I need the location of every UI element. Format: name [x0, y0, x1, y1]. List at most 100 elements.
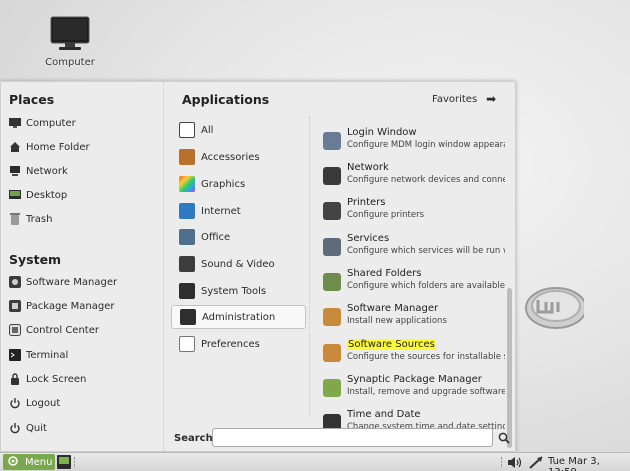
category-preferences[interactable]: Preferences	[171, 332, 306, 356]
network-icon	[9, 165, 21, 177]
category-label: Graphics	[201, 178, 246, 190]
category-label: Administration	[202, 311, 276, 323]
system-item-logout[interactable]: Logout	[9, 394, 159, 412]
arrow-right-icon: ➡	[486, 92, 497, 106]
favorites-button[interactable]: Favorites ➡	[432, 92, 496, 106]
system-item-label: Logout	[26, 397, 61, 409]
category-label: Accessories	[201, 151, 260, 163]
sound-video-icon	[179, 256, 195, 272]
logout-icon	[9, 397, 21, 409]
places-title: Places	[9, 92, 55, 107]
category-all[interactable]: All	[171, 118, 306, 142]
application-list: Login Window Configure MDM login window …	[319, 124, 505, 430]
system-item-quit[interactable]: Quit	[9, 419, 159, 437]
accessories-icon	[179, 149, 195, 165]
app-description: Configure which folders are available f.…	[347, 281, 505, 291]
panel-grip	[74, 457, 77, 467]
graphics-icon	[179, 176, 195, 192]
category-internet[interactable]: Internet	[171, 199, 306, 223]
app-network[interactable]: Network Configure network devices and co…	[319, 159, 505, 193]
network-app-icon	[323, 167, 341, 185]
menu-button-label: Menu	[25, 456, 53, 468]
category-office[interactable]: Office	[171, 225, 306, 249]
scrollbar-thumb[interactable]	[507, 288, 512, 448]
app-login-window[interactable]: Login Window Configure MDM login window …	[319, 124, 505, 158]
menu-button[interactable]: Menu	[3, 454, 55, 470]
terminal-icon	[9, 349, 21, 361]
app-name: Shared Folders	[347, 268, 422, 279]
mint-menu-icon	[7, 455, 19, 470]
package-manager-icon	[9, 300, 21, 312]
app-name: Login Window	[347, 127, 417, 138]
system-item-terminal[interactable]: Terminal	[9, 346, 159, 364]
app-description: Configure printers	[347, 210, 425, 220]
category-list: All Accessories Graphics Internet Office…	[171, 116, 307, 416]
app-software-manager[interactable]: Software Manager Install new application…	[319, 300, 505, 334]
system-item-software-manager[interactable]: Software Manager	[9, 273, 159, 291]
system-tools-icon	[179, 283, 195, 299]
category-sound-video[interactable]: Sound & Video	[171, 252, 306, 276]
system-item-label: Software Manager	[26, 276, 118, 288]
control-center-icon	[9, 324, 21, 336]
network-status-icon[interactable]	[528, 455, 544, 470]
printer-icon	[323, 202, 341, 220]
application-menu: Places Computer Home Folder Network Desk…	[0, 81, 516, 452]
administration-icon	[180, 309, 196, 325]
app-software-sources[interactable]: Software Sources Configure the sources f…	[319, 336, 505, 370]
clock[interactable]: Tue Mar 3, 13:59	[548, 456, 630, 471]
app-time-and-date[interactable]: Time and Date Change system time and dat…	[319, 406, 505, 430]
places-item-desktop[interactable]: Desktop	[9, 186, 159, 204]
places-item-computer[interactable]: Computer	[9, 114, 159, 132]
system-item-label: Terminal	[26, 349, 69, 361]
software-manager-icon	[9, 276, 21, 288]
app-services[interactable]: Services Configure which services will b…	[319, 230, 505, 264]
category-label: Internet	[201, 205, 241, 217]
app-synaptic-package-manager[interactable]: Synaptic Package Manager Install, remove…	[319, 371, 505, 405]
terminal-launcher-icon[interactable]	[57, 455, 71, 469]
app-name: Software Manager	[347, 303, 439, 314]
category-label: System Tools	[201, 285, 267, 297]
category-label: All	[201, 124, 214, 136]
volume-icon[interactable]	[507, 456, 523, 469]
computer-icon	[9, 117, 21, 129]
category-graphics[interactable]: Graphics	[171, 172, 306, 196]
trash-icon	[9, 213, 21, 225]
category-administration[interactable]: Administration	[171, 305, 306, 329]
app-shared-folders[interactable]: Shared Folders Configure which folders a…	[319, 265, 505, 299]
places-item-label: Trash	[26, 213, 53, 225]
software-manager-app-icon	[323, 308, 341, 326]
app-name: Printers	[347, 197, 386, 208]
app-name: Synaptic Package Manager	[347, 374, 482, 385]
app-name: Services	[347, 233, 390, 244]
places-item-label: Computer	[26, 117, 76, 129]
system-item-control-center[interactable]: Control Center	[9, 321, 159, 339]
system-item-label: Lock Screen	[26, 373, 87, 385]
category-label: Sound & Video	[201, 258, 275, 270]
category-accessories[interactable]: Accessories	[171, 145, 306, 169]
app-description: Configure MDM login window appearan...	[347, 140, 505, 150]
places-item-trash[interactable]: Trash	[9, 210, 159, 228]
places-item-label: Home Folder	[26, 141, 90, 153]
app-list-scrollbar[interactable]	[507, 116, 513, 448]
computer-monitor-icon	[50, 16, 90, 52]
desktop-computer-shortcut[interactable]: Computer	[36, 16, 104, 68]
search-input[interactable]	[212, 428, 493, 447]
system-title: System	[9, 252, 62, 267]
search-icon[interactable]	[498, 432, 510, 444]
system-item-package-manager[interactable]: Package Manager	[9, 297, 159, 315]
all-icon	[179, 122, 195, 138]
system-item-lock-screen[interactable]: Lock Screen	[9, 370, 159, 388]
synaptic-icon	[323, 379, 341, 397]
places-item-home-folder[interactable]: Home Folder	[9, 138, 159, 156]
preferences-icon	[179, 336, 195, 352]
search-label: Search:	[174, 433, 217, 444]
office-icon	[179, 229, 195, 245]
category-system-tools[interactable]: System Tools	[171, 279, 306, 303]
places-item-label: Desktop	[26, 189, 68, 201]
app-description: Install, remove and upgrade software p..…	[347, 387, 505, 397]
app-printers[interactable]: Printers Configure printers	[319, 194, 505, 228]
login-window-icon	[323, 132, 341, 150]
category-label: Preferences	[201, 338, 260, 350]
places-item-network[interactable]: Network	[9, 162, 159, 180]
app-description: Configure the sources for installable so…	[347, 352, 505, 362]
